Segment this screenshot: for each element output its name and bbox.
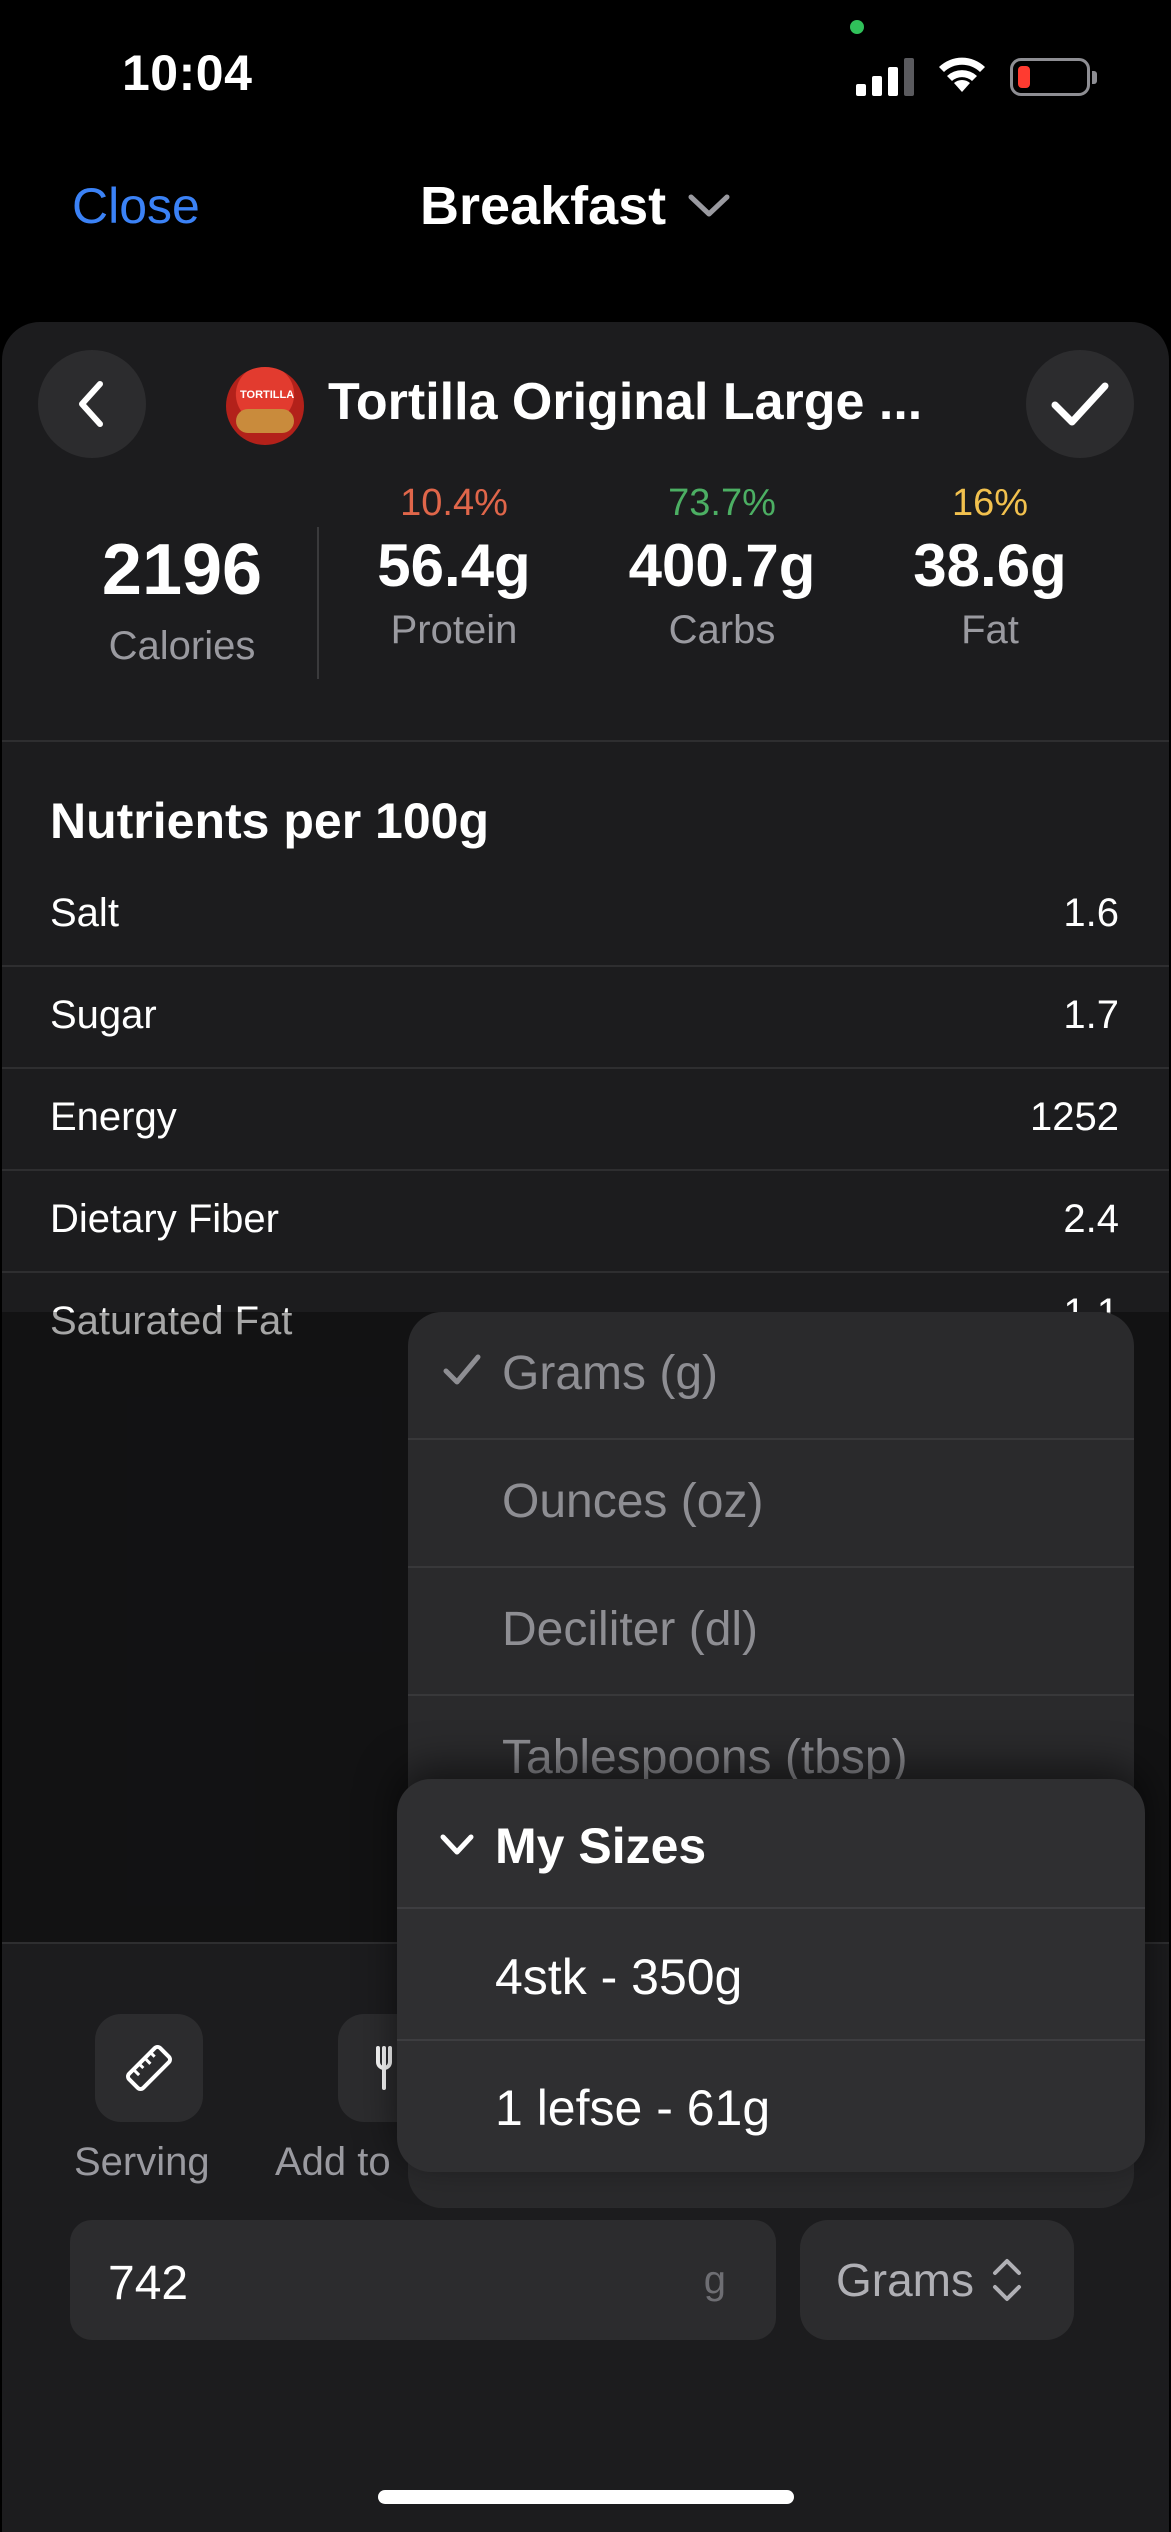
meal-title: Breakfast (420, 176, 667, 236)
camera-indicator-dot (850, 20, 864, 34)
battery-icon (1010, 58, 1097, 96)
my-size-label: 1 lefse - 61g (495, 2080, 771, 2136)
macro-percent: 16% (951, 482, 1029, 524)
macro-value: 400.7g (628, 532, 816, 599)
my-sizes-title: My Sizes (495, 1818, 707, 1874)
serving-button[interactable] (95, 2014, 203, 2122)
menu-item-label: Deciliter (dl) (502, 1603, 759, 1656)
my-sizes-header[interactable]: My Sizes (397, 1779, 1145, 1909)
status-time: 10:04 (122, 45, 253, 101)
status-bar: 10:04 (0, 0, 1171, 150)
chevron-down-icon (440, 1834, 474, 1855)
chevron-up-down-icon (993, 2259, 1021, 2301)
wifi-icon (939, 57, 985, 92)
serving-label: Serving (74, 2140, 210, 2184)
calories-value: 2196 (101, 530, 263, 610)
nutrient-value: 1.6 (1063, 891, 1119, 935)
ruler-icon (126, 2045, 172, 2091)
nutrient-row: Salt 1.6 (2, 865, 1169, 967)
my-size-item[interactable]: 1 lefse - 61g (397, 2041, 1145, 2172)
my-size-label: 4stk - 350g (495, 1949, 743, 2005)
my-sizes-submenu: My Sizes 4stk - 350g 1 lefse - 61g (397, 1779, 1145, 2172)
menu-item-label: Tablespoons (tbsp) (502, 1731, 908, 1784)
nutrient-row: Energy 1252 (2, 1069, 1169, 1171)
checkmark-icon (443, 1354, 481, 1385)
chevron-left-icon (79, 381, 103, 427)
menu-item-ounces[interactable]: Ounces (oz) (408, 1440, 1134, 1568)
checkmark-icon (1051, 382, 1109, 426)
divider (317, 527, 319, 679)
nutrients-heading: Nutrients per 100g (50, 793, 490, 849)
macro-label: Fat (961, 608, 1019, 652)
macro-protein: 10.4% 56.4g Protein (334, 482, 574, 653)
add-to-label: Add to (275, 2140, 391, 2184)
unit-selected: Grams (836, 2254, 974, 2306)
amount-value: 742 (108, 2257, 189, 2310)
menu-item-label: Ounces (oz) (502, 1475, 764, 1528)
nutrient-row: Dietary Fiber 2.4 (2, 1171, 1169, 1273)
chevron-down-icon (688, 194, 730, 217)
nutrient-value: 1.7 (1063, 993, 1119, 1037)
macro-label: Carbs (668, 608, 776, 652)
macro-value: 38.6g (913, 532, 1067, 599)
macro-fat: 16% 38.6g Fat (870, 482, 1110, 653)
nutrient-value: 2.4 (1063, 1197, 1119, 1241)
nutrient-name: Energy (50, 1095, 177, 1139)
calories-label: Calories (108, 624, 256, 668)
back-button[interactable] (38, 350, 146, 458)
amount-unit: g (703, 2258, 726, 2302)
food-title: Tortilla Original Large ... (328, 373, 923, 431)
menu-item-deciliter[interactable]: Deciliter (dl) (408, 1568, 1134, 1696)
unit-selector[interactable]: Grams (800, 2220, 1074, 2340)
food-thumbnail: TORTILLA (226, 367, 304, 445)
close-button[interactable]: Close (72, 177, 200, 235)
confirm-button[interactable] (1026, 350, 1134, 458)
menu-item-grams[interactable]: Grams (g) (408, 1312, 1134, 1440)
nutrient-name: Sugar (50, 993, 157, 1037)
macro-percent: 10.4% (400, 482, 508, 524)
macro-label: Protein (390, 608, 518, 652)
macro-percent: 73.7% (668, 482, 776, 524)
home-indicator[interactable] (378, 2490, 794, 2504)
cellular-signal-icon (856, 58, 914, 96)
nutrient-value: 1252 (1030, 1095, 1119, 1139)
nutrient-name: Salt (50, 891, 119, 935)
my-size-item[interactable]: 4stk - 350g (397, 1910, 1145, 2041)
menu-item-label: Grams (g) (502, 1347, 718, 1400)
meal-selector[interactable]: Breakfast (420, 175, 730, 237)
nutrient-row: Sugar 1.7 (2, 967, 1169, 1069)
macro-value: 56.4g (377, 532, 531, 599)
divider (2, 740, 1169, 742)
nutrient-name: Dietary Fiber (50, 1197, 279, 1241)
macro-carbs: 73.7% 400.7g Carbs (602, 482, 842, 653)
amount-input[interactable]: 742 g (70, 2220, 776, 2340)
